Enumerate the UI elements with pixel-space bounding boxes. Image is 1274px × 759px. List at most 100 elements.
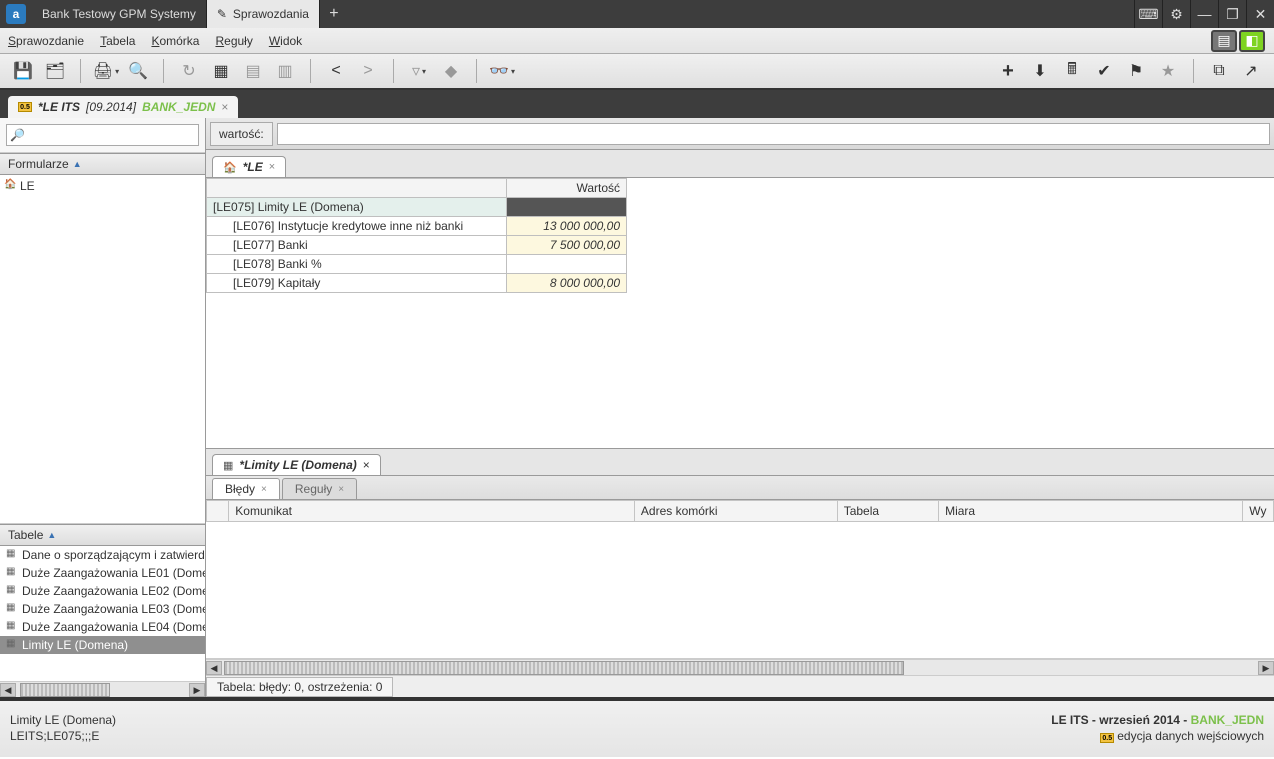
grid-row[interactable]: [LE078] Banki % <box>207 255 627 274</box>
gear-icon[interactable]: ⚙ <box>1162 0 1190 28</box>
err-col-header[interactable]: Miara <box>939 501 1243 522</box>
grid-row[interactable]: [LE076] Instytucje kredytowe inne niż ba… <box>207 217 627 236</box>
filter-icon[interactable]: ▿ <box>406 58 432 84</box>
table-icon[interactable]: ▤ <box>240 58 266 84</box>
err-tab-reguly[interactable]: Reguły × <box>282 478 357 499</box>
grid-row-value[interactable] <box>507 198 627 217</box>
lower-tab-limity[interactable]: *Limity LE (Domena) × <box>212 454 381 475</box>
err-scroll-left-icon[interactable]: ◀ <box>206 661 222 675</box>
lower-tab-close-icon[interactable]: × <box>363 458 370 472</box>
undo-icon[interactable]: < <box>323 58 349 84</box>
sheet-tab-label: *LE <box>243 160 263 174</box>
status-right-1a: LE ITS - wrzesień 2014 - <box>1051 713 1190 727</box>
grid-row-label: [LE077] Banki <box>207 236 507 255</box>
plus-icon[interactable]: + <box>995 58 1021 84</box>
scroll-right-icon[interactable]: ▶ <box>189 683 205 697</box>
sheet-tab-close-icon[interactable]: × <box>269 161 275 173</box>
grid-row-label: [LE078] Banki % <box>207 255 507 274</box>
tabele-header[interactable]: Tabele ▲ <box>0 524 205 546</box>
tabele-item-2[interactable]: Duże Zaangażowania LE02 (Dome <box>0 582 205 600</box>
search-box: 🔎 <box>0 118 205 153</box>
refresh-icon[interactable]: ↻ <box>176 58 202 84</box>
grid-row-label: [LE076] Instytucje kredytowe inne niż ba… <box>207 217 507 236</box>
minimize-button[interactable]: — <box>1190 0 1218 28</box>
menu-komorka[interactable]: Komórka <box>151 34 199 48</box>
print-preview-icon[interactable]: 🔍 <box>125 58 151 84</box>
scroll-left-icon[interactable]: ◀ <box>0 683 16 697</box>
tree-item-le[interactable]: LE <box>0 177 205 195</box>
tableadd-icon[interactable]: ▥ <box>272 58 298 84</box>
err-tab-bledy[interactable]: Błędy × <box>212 478 280 499</box>
keyboard-icon[interactable]: ⌨ <box>1134 0 1162 28</box>
sort-icon[interactable]: ◆ <box>438 58 464 84</box>
grid-row[interactable]: [LE079] Kapitały8 000 000,00 <box>207 274 627 293</box>
status-sticker-icon: 0.5 <box>1100 733 1114 743</box>
main: 🔎 Formularze ▲ LE Tabele ▲ Dane o sporzą… <box>0 118 1274 697</box>
err-scroll-right-icon[interactable]: ▶ <box>1258 661 1274 675</box>
tabele-item-0[interactable]: Dane o sporządzającym i zatwierd <box>0 546 205 564</box>
tabele-item-5[interactable]: Limity LE (Domena) <box>0 636 205 654</box>
check-icon[interactable]: ✔ <box>1091 58 1117 84</box>
err-col-header[interactable] <box>207 501 229 522</box>
print-icon[interactable]: 🖨 <box>93 58 119 84</box>
doc-tab-bank: BANK_JEDN <box>142 100 215 114</box>
menu-reguly[interactable]: Reguły <box>215 34 252 48</box>
err-col-header[interactable]: Wy <box>1243 501 1274 522</box>
err-tab-reguly-close-icon[interactable]: × <box>338 484 344 495</box>
export-icon[interactable]: ↗ <box>1238 58 1264 84</box>
lower-tabbar: *Limity LE (Domena) × <box>206 448 1274 476</box>
title-tab-sprawozdania-label: Sprawozdania <box>233 7 309 21</box>
title-tab-sprawozdania[interactable]: ✎ Sprawozdania <box>207 0 320 28</box>
grid[interactable]: Wartość [LE075] Limity LE (Domena)[LE076… <box>206 178 1274 448</box>
value-input[interactable] <box>277 123 1270 145</box>
tabele-item-4[interactable]: Duże Zaangażowania LE04 (Dome <box>0 618 205 636</box>
left-hscrollbar[interactable]: ◀ ▶ <box>0 681 205 697</box>
err-hscrollbar[interactable]: ◀ ▶ <box>206 659 1274 675</box>
err-col-header[interactable]: Komunikat <box>229 501 635 522</box>
grid-row-value[interactable]: 13 000 000,00 <box>507 217 627 236</box>
grid-row[interactable]: [LE077] Banki7 500 000,00 <box>207 236 627 255</box>
grid-row-value[interactable]: 8 000 000,00 <box>507 274 627 293</box>
maximize-button[interactable]: ❐ <box>1218 0 1246 28</box>
err-grid[interactable]: KomunikatAdres komórkiTabelaMiaraWy <box>206 500 1274 659</box>
title-tab-bank[interactable]: Bank Testowy GPM Systemy <box>32 0 207 28</box>
redo-icon[interactable]: > <box>355 58 381 84</box>
menu-tabela[interactable]: Tabela <box>100 34 135 48</box>
collapse-up-icon-2: ▲ <box>47 530 56 540</box>
tabele-item-3[interactable]: Duże Zaangażowania LE03 (Dome <box>0 600 205 618</box>
err-col-header[interactable]: Tabela <box>837 501 938 522</box>
download-icon[interactable]: ⬇ <box>1027 58 1053 84</box>
search-input[interactable] <box>6 124 199 146</box>
sheet-tab-le[interactable]: 🏠 *LE × <box>212 156 286 177</box>
home-icon: 🏠 <box>223 161 237 174</box>
add-tab-button[interactable]: + <box>320 0 348 28</box>
status-right-1b: BANK_JEDN <box>1191 713 1264 727</box>
err-scroll-thumb[interactable] <box>224 661 904 675</box>
flag-icon[interactable]: ⚑ <box>1123 58 1149 84</box>
formularze-header[interactable]: Formularze ▲ <box>0 153 205 175</box>
grid-icon[interactable]: ▦ <box>208 58 234 84</box>
saveall-icon[interactable]: 🗂 <box>42 58 68 84</box>
menu-sprawozdanie[interactable]: Sprawozdanie <box>8 34 84 48</box>
calculator-icon[interactable]: 🖩 <box>1059 58 1085 84</box>
star-icon[interactable]: ★ <box>1155 58 1181 84</box>
binoculars-icon[interactable]: 👓 <box>489 58 515 84</box>
tabele-item-1[interactable]: Duże Zaangażowania LE01 (Dome <box>0 564 205 582</box>
menu-widok[interactable]: Widok <box>269 34 302 48</box>
err-tab-bledy-close-icon[interactable]: × <box>261 484 267 495</box>
view-toggle-1[interactable]: ▤ <box>1211 30 1237 52</box>
grid-row-value[interactable] <box>507 255 627 274</box>
grid-row[interactable]: [LE075] Limity LE (Domena) <box>207 198 627 217</box>
doc-tab-leits[interactable]: 0.5 *LE ITS [09.2014] BANK_JEDN × <box>8 96 238 118</box>
grid-row-value[interactable]: 7 500 000,00 <box>507 236 627 255</box>
view-toggle-2[interactable]: ◧ <box>1239 30 1265 52</box>
scroll-thumb[interactable] <box>20 683 110 697</box>
save-icon[interactable]: 💾 <box>10 58 36 84</box>
link-icon[interactable]: ⧉ <box>1206 58 1232 84</box>
close-button[interactable]: ✕ <box>1246 0 1274 28</box>
doc-tab-date: [09.2014] <box>86 100 136 114</box>
doc-tab-main: *LE ITS <box>38 100 80 114</box>
value-bar: wartość: <box>206 118 1274 150</box>
err-col-header[interactable]: Adres komórki <box>634 501 837 522</box>
doc-tab-close-icon[interactable]: × <box>221 100 228 114</box>
